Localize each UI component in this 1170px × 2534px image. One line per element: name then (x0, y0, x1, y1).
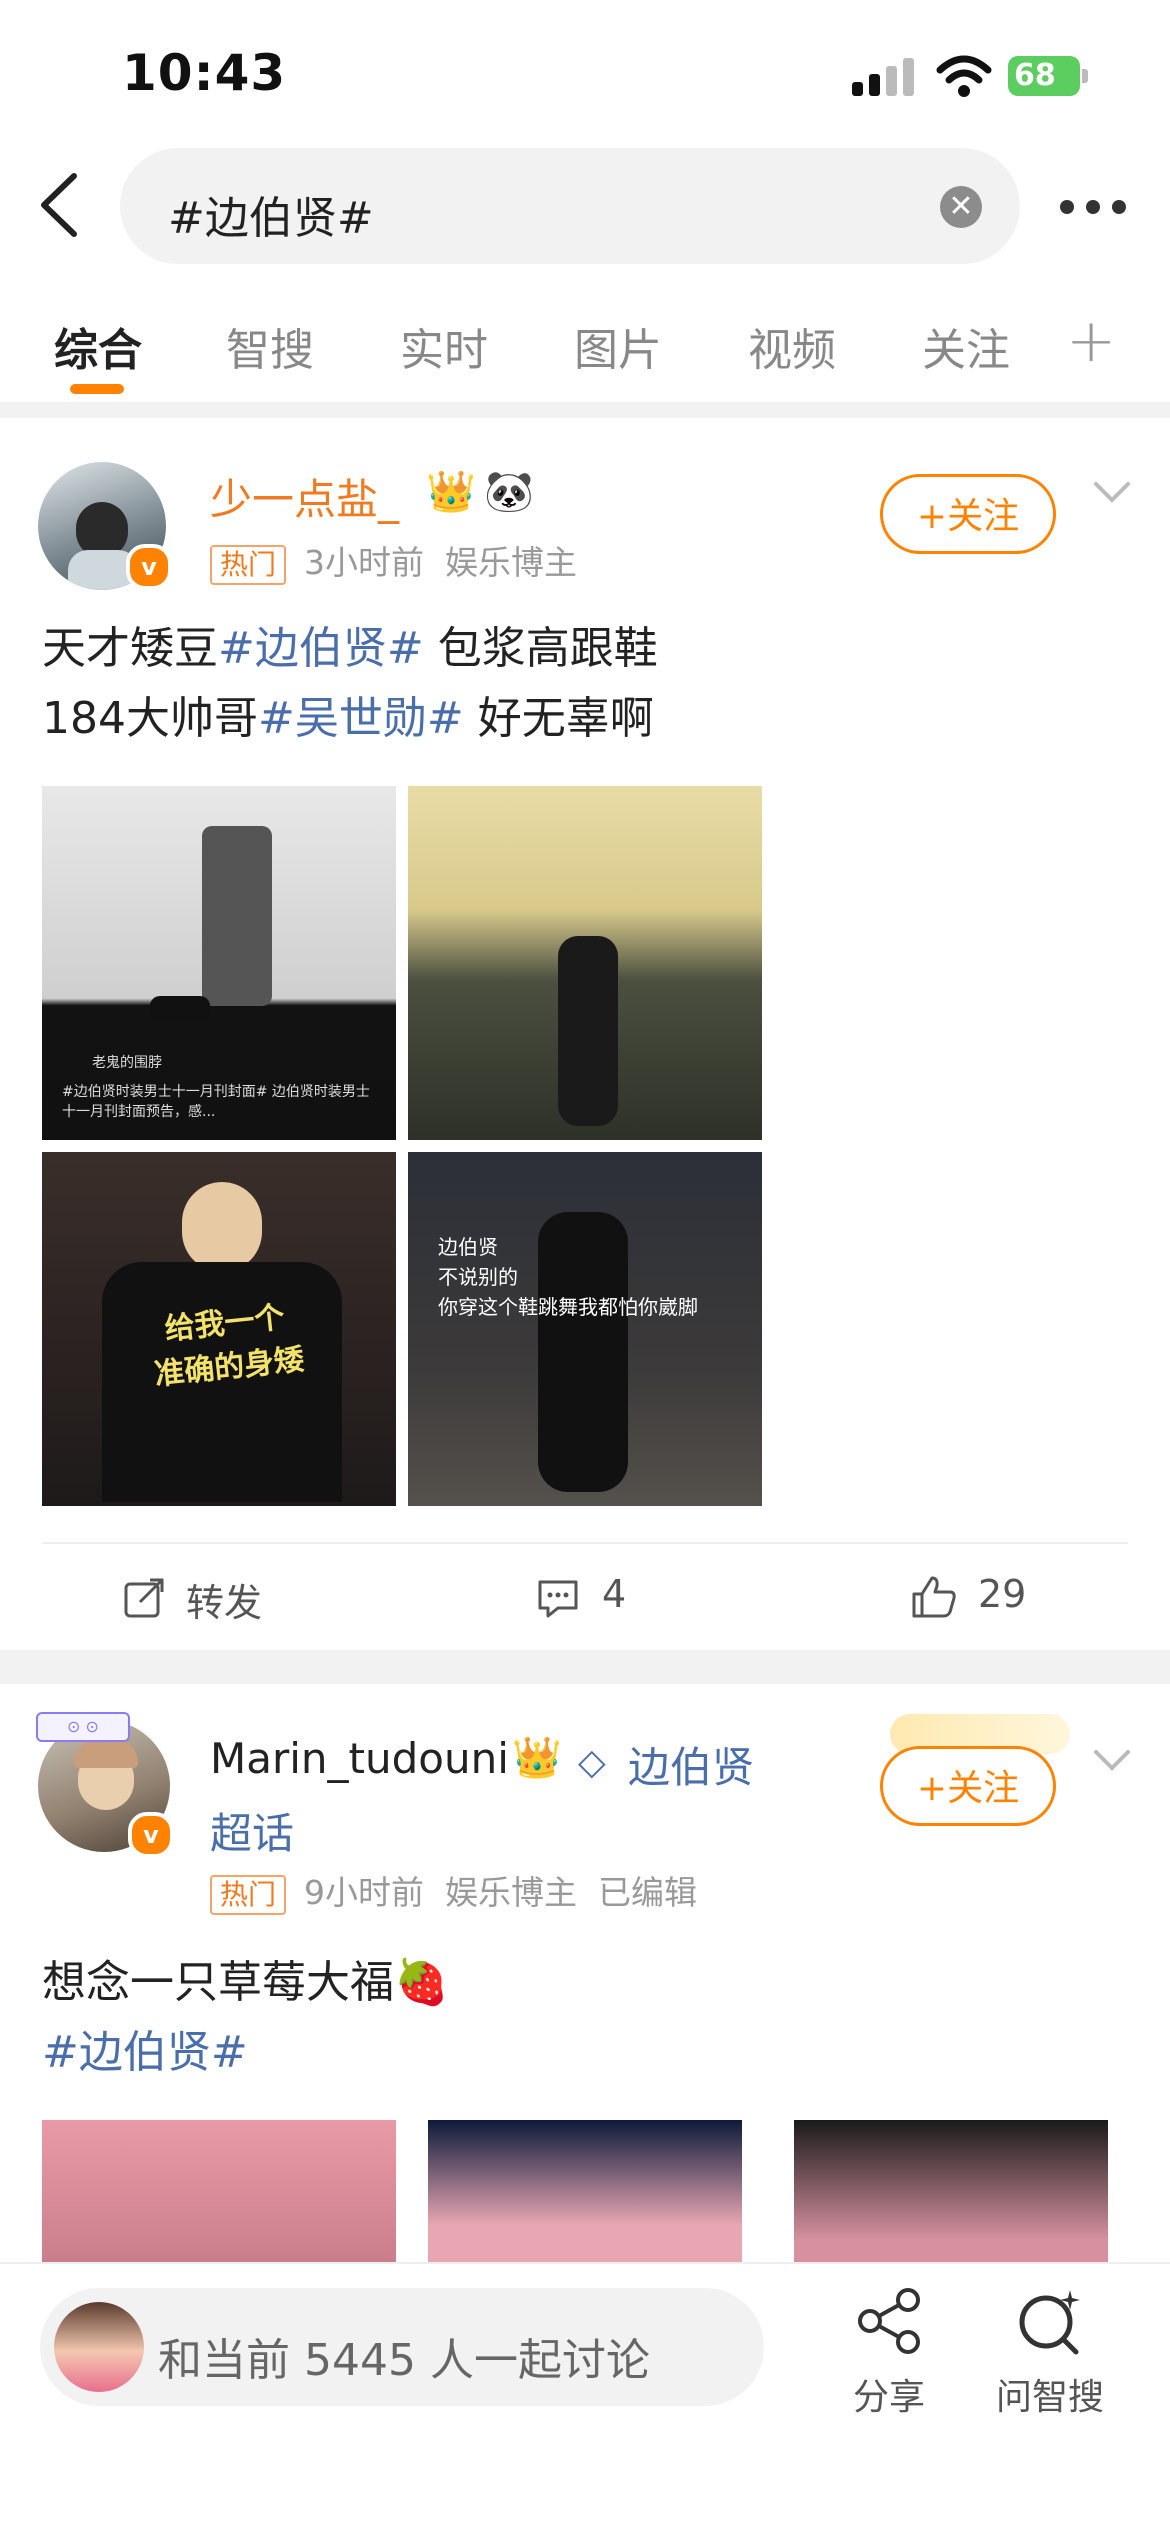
post-text-part: 天才矮豆 (42, 623, 218, 674)
clear-icon[interactable]: ✕ (940, 186, 982, 228)
post-image[interactable] (794, 2120, 1108, 2270)
tab-smart-search[interactable]: 智搜 (226, 314, 314, 378)
search-query: #边伯贤# (168, 193, 374, 244)
ask-smart-search-button[interactable]: 问智搜 (988, 2286, 1112, 2418)
hot-badge: 热门 (210, 544, 287, 585)
status-time: 10:43 (122, 44, 287, 102)
discussion-prompt: 和当前 5445 人一起讨论 (158, 2335, 650, 2386)
repost-icon (124, 1578, 164, 1618)
supertopic-suffix[interactable]: 超话 (210, 1800, 294, 1861)
hashtag-link[interactable]: #边伯贤# (218, 623, 424, 674)
post-text-part: 好无辜啊 (463, 693, 654, 744)
post-image[interactable] (42, 2120, 396, 2270)
username[interactable]: 少一点盐_ (210, 466, 399, 527)
post-text: 天才矮豆#边伯贤# 包浆高跟鞋 184大帅哥#吴世勋# 好无辜啊 (42, 614, 1132, 754)
discussion-input[interactable]: 和当前 5445 人一起讨论 (40, 2288, 764, 2406)
crown-badge-icon: 👑 (512, 1735, 562, 1781)
image-overlay-text: 边伯贤 不说别的 你穿这个鞋跳舞我都怕你崴脚 (438, 1235, 698, 1319)
post-text: 想念一只草莓大福🍓 #边伯贤# (42, 1948, 1132, 2088)
add-tab-icon[interactable]: + (1066, 306, 1116, 376)
edited-label: 已编辑 (597, 1873, 697, 1912)
chevron-down-icon[interactable] (1092, 1746, 1132, 1776)
post-image[interactable]: 边伯贤 不说别的 你穿这个鞋跳舞我都怕你崴脚 (408, 1152, 762, 1506)
chevron-down-icon[interactable] (1092, 478, 1132, 508)
battery-level: 68 (1008, 56, 1080, 96)
ask-label: 问智搜 (995, 2377, 1104, 2418)
avatar-frame-badge: ⊙ ⊙ (36, 1712, 130, 1742)
search-input[interactable]: #边伯贤# ✕ (120, 148, 1020, 264)
cartoon-avatar (54, 2302, 144, 2392)
user-role: 娱乐博主 (445, 1873, 577, 1912)
tab-realtime[interactable]: 实时 (400, 314, 488, 378)
image-username: 老鬼的围脖 (92, 1055, 162, 1071)
like-count: 29 (978, 1572, 1027, 1616)
share-icon (858, 2288, 920, 2354)
post-text-part: 想念一只草莓大福🍓 (42, 1957, 449, 2008)
repost-label: 转发 (186, 1581, 263, 1625)
verified-badge-icon: v (128, 1812, 174, 1858)
follow-button[interactable]: +关注 (880, 1746, 1056, 1826)
post-time: 9小时前 (304, 1873, 425, 1912)
crown-badge-icon: 👑 (426, 469, 476, 515)
supertopic-link[interactable]: 边伯贤 (628, 1734, 754, 1795)
cellular-signal-icon (852, 56, 916, 96)
post-image[interactable] (428, 2120, 742, 2270)
tab-following[interactable]: 关注 (922, 314, 1010, 378)
username[interactable]: Marin_tudouni (210, 1734, 509, 1783)
post-meta: 热门 9小时前 娱乐博主 已编辑 (210, 1866, 697, 1915)
follow-button[interactable]: +关注 (880, 474, 1056, 554)
tab-images[interactable]: 图片 (574, 314, 662, 378)
tab-comprehensive[interactable]: 综合 (54, 314, 142, 378)
back-arrow-icon[interactable] (30, 170, 90, 240)
post-image[interactable]: #边伯贤时装男士十一月刊封面# 边伯贤时装男士十一月刊封面预告，感... 老鬼的… (42, 786, 396, 1140)
post-text-part: 184大帅哥 (42, 693, 258, 744)
diamond-icon: ◇ (578, 1742, 606, 1783)
user-role: 娱乐博主 (445, 543, 577, 582)
comment-icon (538, 1580, 578, 1618)
divider (42, 1542, 1128, 1544)
share-label: 分享 (852, 2377, 925, 2418)
more-options-icon[interactable] (1060, 200, 1126, 216)
post-image[interactable]: 给我一个 准确的身矮 (42, 1152, 396, 1506)
active-tab-indicator (70, 384, 124, 394)
section-divider (0, 402, 1170, 418)
image-caption: #边伯贤时装男士十一月刊封面# 边伯贤时装男士十一月刊封面预告，感... (62, 1084, 370, 1120)
post-image[interactable] (408, 786, 762, 1140)
comment-count: 4 (602, 1572, 627, 1616)
battery-icon: 68 (1008, 56, 1088, 96)
section-divider (0, 1650, 1170, 1684)
smart-search-icon (1019, 2290, 1080, 2355)
wifi-icon (936, 55, 992, 97)
panda-icon: 🐼 (484, 469, 534, 515)
post-text-part: 包浆高跟鞋 (423, 623, 658, 674)
tab-videos[interactable]: 视频 (748, 314, 836, 378)
hashtag-link[interactable]: #边伯贤# (42, 2018, 1132, 2088)
post-meta: 热门 3小时前 娱乐博主 (210, 536, 577, 585)
post-time: 3小时前 (304, 543, 425, 582)
share-button[interactable]: 分享 (844, 2286, 934, 2418)
thumbs-up-icon (912, 1576, 956, 1618)
verified-badge-icon: v (126, 544, 172, 590)
hashtag-link[interactable]: #吴世勋# (258, 693, 464, 744)
hot-badge: 热门 (210, 1874, 287, 1915)
